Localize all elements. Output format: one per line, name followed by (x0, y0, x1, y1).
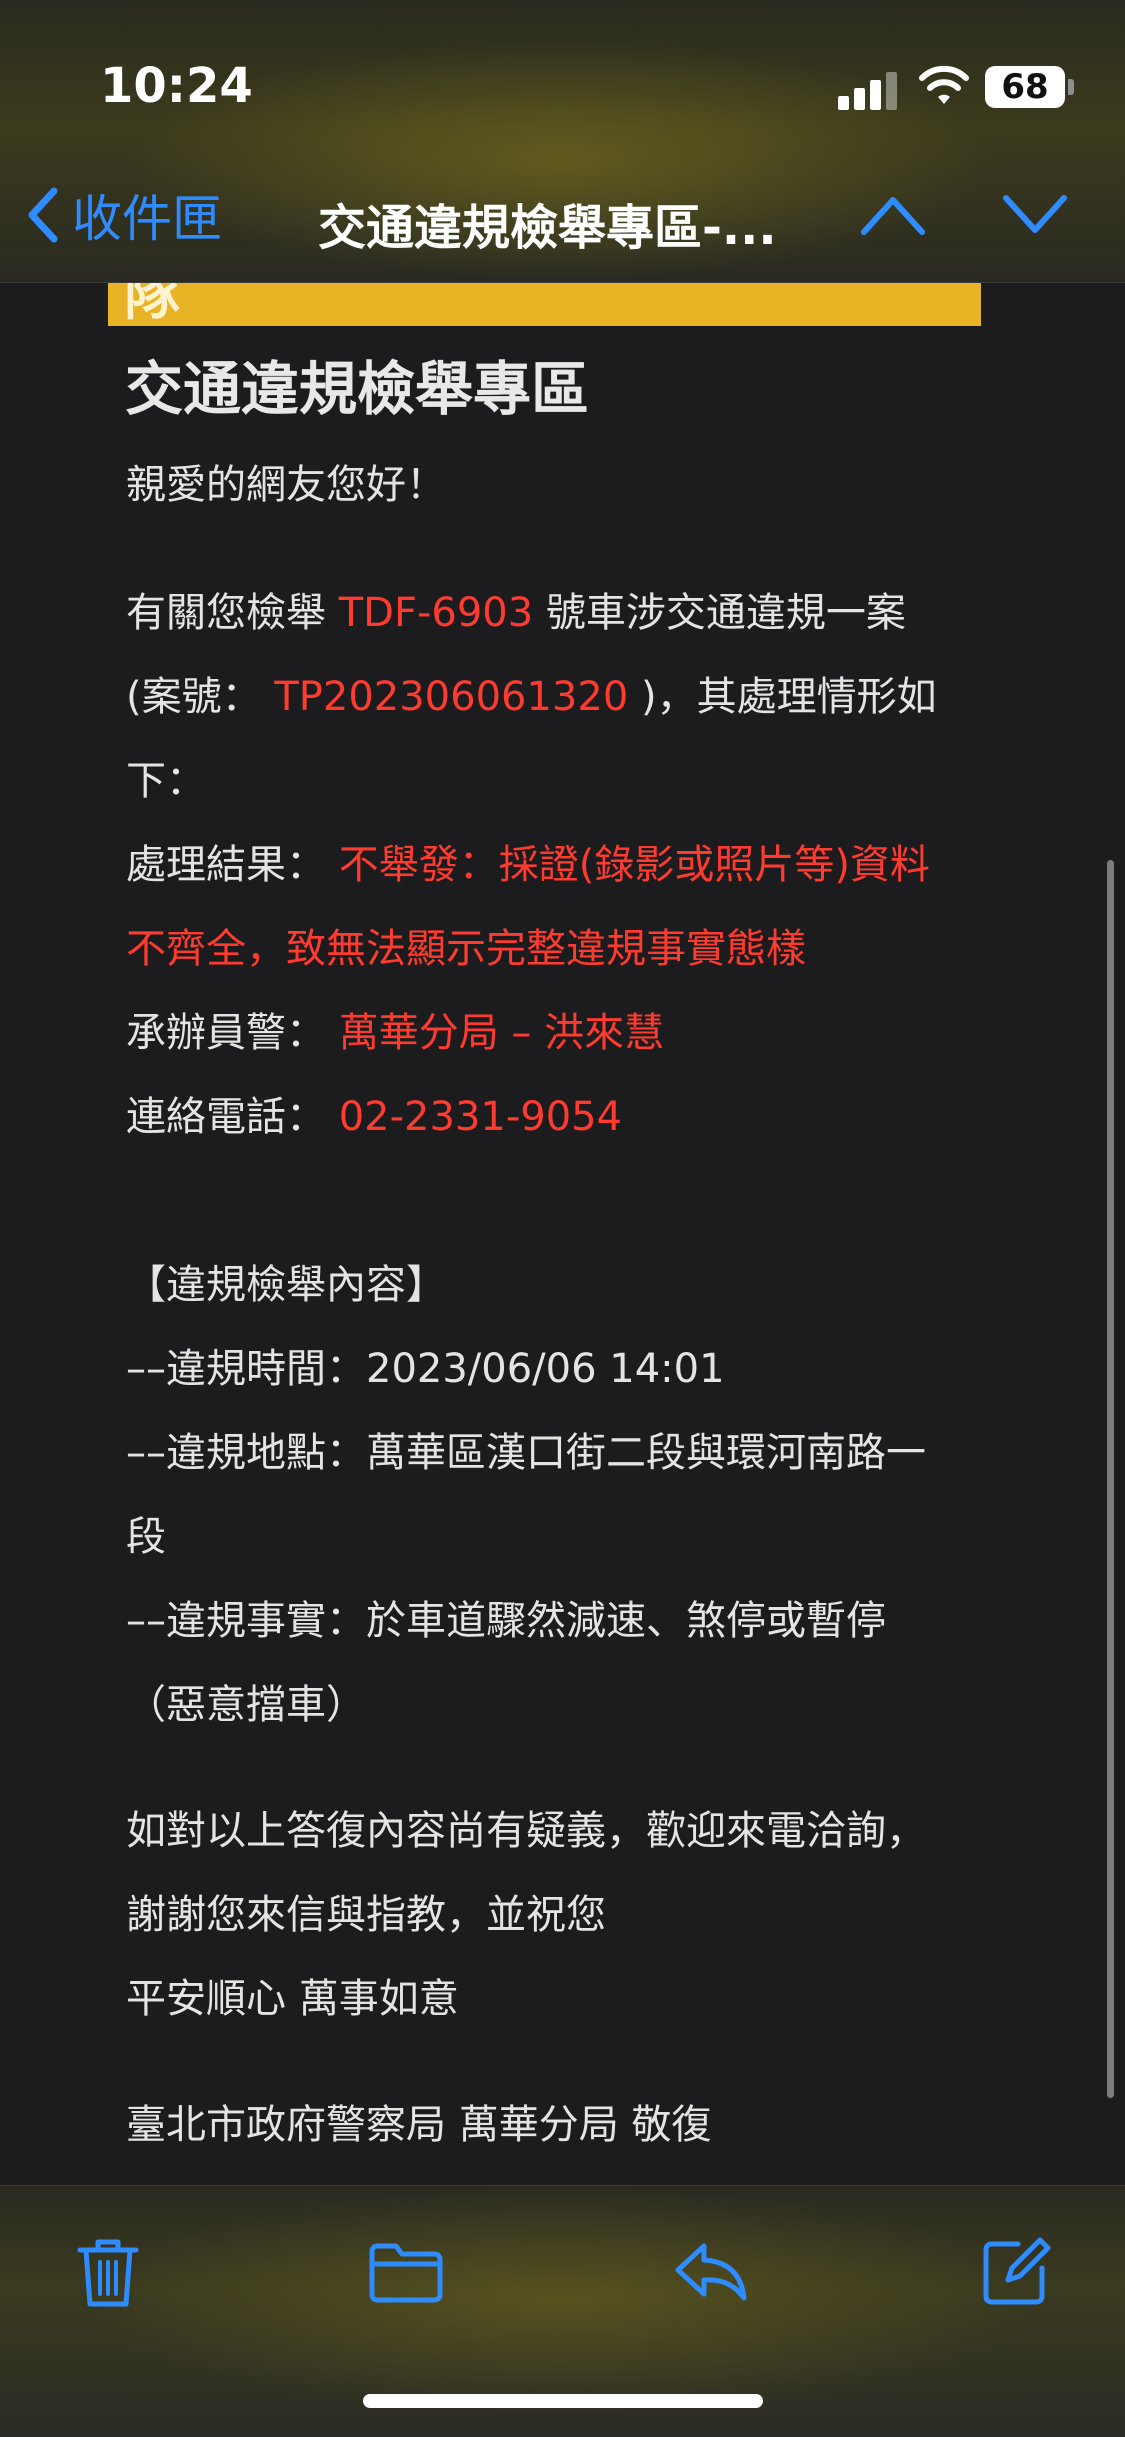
plate-number: TDF-6903 (338, 590, 534, 636)
cellular-signal-icon (838, 70, 898, 110)
email-subject-title: 交通違規檢舉專區-... (318, 200, 777, 256)
next-message-chevron-down-icon[interactable] (1000, 190, 1070, 240)
back-to-inbox-button[interactable]: 收件匣 (24, 180, 222, 250)
phone-line: 連絡電話： 02-2331-9054 (126, 1084, 622, 1142)
report-line-3: 下： (126, 758, 206, 804)
text: (案號： (126, 674, 275, 720)
chevron-left-icon (28, 187, 58, 243)
reply-icon[interactable] (674, 2240, 750, 2304)
signature: 臺北市政府警察局 萬華分局 敬復 (126, 2102, 712, 2148)
violation-place-line-2: 段 (126, 1514, 166, 1560)
officer-name: 萬華分局 – 洪來慧 (338, 1010, 665, 1056)
report-line-2: (案號： TP202306061320 )，其處理情形如 (126, 664, 937, 722)
text: 有關您檢舉 (126, 590, 339, 636)
section-title: 【違規檢舉內容】 (126, 1262, 446, 1308)
scrollbar[interactable] (1107, 860, 1114, 2098)
battery-cap (1068, 79, 1074, 95)
violation-fact-line-1: ––違規事實：於車道驟然減速、煞停或暫停 (126, 1598, 886, 1644)
wifi-icon (919, 65, 969, 104)
email-heading: 交通違規檢舉專區 (125, 355, 590, 423)
top-navigation-bar: 10:24 68 收件匣 交通違規檢舉專區-... (0, 0, 1125, 283)
text: 號車涉交通違規一案 (533, 590, 906, 636)
result-label: 處理結果： (126, 842, 339, 888)
email-body[interactable]: 隊 交通違規檢舉專區 親愛的網友您好！ 有關您檢舉 TDF-6903 號車涉交通… (0, 282, 1125, 2185)
greeting: 親愛的網友您好！ (126, 462, 446, 508)
status-time: 10:24 (100, 58, 253, 114)
compose-icon[interactable] (982, 2234, 1052, 2306)
email-header-banner: 隊 (108, 282, 981, 326)
case-number: TP202306061320 (274, 674, 629, 720)
banner-text: 隊 (124, 282, 180, 326)
result-text: 不舉發：採證(錄影或照片等)資料 (338, 842, 930, 888)
previous-message-chevron-up-icon[interactable] (858, 190, 928, 240)
back-label: 收件匣 (72, 190, 222, 248)
violation-time: ––違規時間：2023/06/06 14:01 (126, 1346, 725, 1392)
closing-line-1: 如對以上答復內容尚有疑義，歡迎來電洽詢， (126, 1808, 926, 1854)
closing-line-3: 平安順心 萬事如意 (126, 1976, 459, 2022)
officer-line: 承辦員警： 萬華分局 – 洪來慧 (126, 1000, 664, 1058)
text: )，其處理情形如 (628, 674, 937, 720)
result-line-2: 不齊全，致無法顯示完整違規事實態樣 (126, 926, 806, 972)
trash-icon[interactable] (76, 2236, 140, 2310)
folder-icon[interactable] (368, 2242, 444, 2304)
result-line-1: 處理結果： 不舉發：採證(錄影或照片等)資料 (126, 832, 930, 890)
closing-line-2: 謝謝您來信與指教，並祝您 (126, 1892, 606, 1938)
officer-label: 承辦員警： (126, 1010, 339, 1056)
violation-place-line-1: ––違規地點：萬華區漢口街二段與環河南路一 (126, 1430, 926, 1476)
home-indicator[interactable] (363, 2394, 763, 2408)
report-line-1: 有關您檢舉 TDF-6903 號車涉交通違規一案 (126, 580, 906, 638)
phone-number-link[interactable]: 02-2331-9054 (339, 1094, 622, 1140)
battery-indicator: 68 (985, 66, 1065, 108)
violation-fact-line-2: （惡意擋車） (126, 1682, 366, 1728)
phone-label: 連絡電話： (126, 1094, 339, 1140)
